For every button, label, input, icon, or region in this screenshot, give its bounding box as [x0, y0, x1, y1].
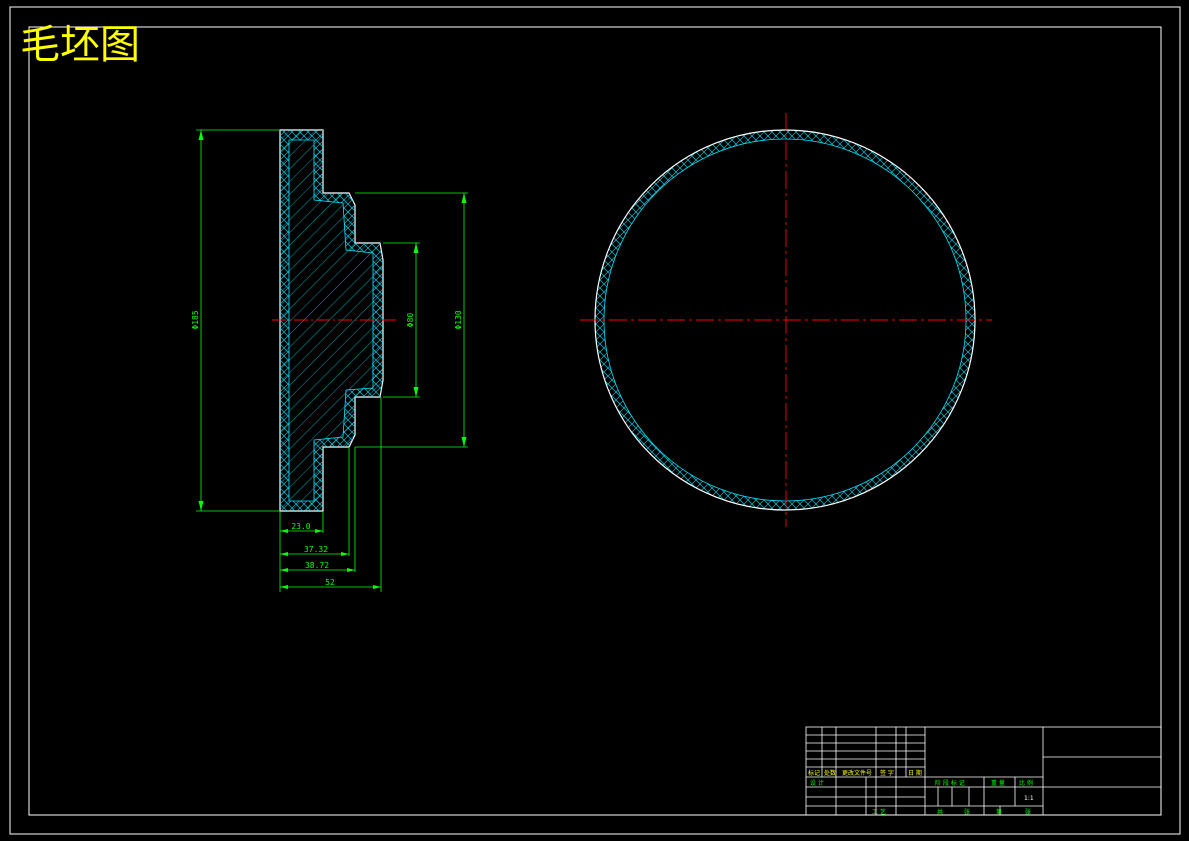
tb-date-label: 日 期 [908, 769, 922, 777]
inner-frame [28, 26, 1162, 816]
tb-design-label: 设 计 [810, 779, 824, 787]
tb-file-label: 更改文件号 [842, 769, 872, 777]
tb-sign-label: 签 字 [880, 769, 894, 777]
tb-count-label: 处数 [824, 769, 836, 777]
title-block-text: 标记 处数 更改文件号 签 字 日 期 设 计 阶 段 标 记 重 量 比 例 … [808, 769, 1034, 816]
dim-step1-label: 37.32 [304, 545, 328, 554]
tb-scale-label: 比 例 [1019, 779, 1033, 787]
section-body [279, 129, 384, 512]
tb-sheet-total: 共 [937, 808, 943, 816]
drawing-title: 毛坯图 [20, 22, 140, 68]
section-view: Φ185 Φ130 Φ80 23.0 37.32 38.72 52 [191, 129, 468, 592]
dim-inner-label: Φ80 [406, 313, 415, 328]
tb-sheet-unit-2: 张 [1025, 808, 1031, 816]
tb-weight-label: 重 量 [991, 779, 1005, 787]
dim-flange-label: 23.0 [291, 522, 310, 531]
dim-outer-diameter: Φ185 [191, 129, 280, 512]
tb-sheet-no: 第 [996, 808, 1002, 816]
tb-scale-value: 1:1 [1024, 795, 1034, 802]
dim-step2-label: 38.72 [305, 561, 329, 570]
cad-drawing: 毛坯图 Φ185 Φ130 Φ80 23.0 37.32 38.72 52 标记… [9, 6, 1181, 835]
tb-sheet-unit: 张 [964, 808, 970, 816]
tb-stage-label: 阶 段 标 记 [935, 779, 965, 787]
dim-middle-label: Φ130 [454, 310, 463, 329]
dim-outer-label: Φ185 [191, 310, 200, 329]
tb-mark-label: 标记 [808, 769, 820, 777]
outer-frame [9, 6, 1181, 835]
end-view [580, 113, 992, 527]
dim-total-label: 52 [325, 578, 335, 587]
tb-process-label: 工 艺 [872, 808, 886, 816]
